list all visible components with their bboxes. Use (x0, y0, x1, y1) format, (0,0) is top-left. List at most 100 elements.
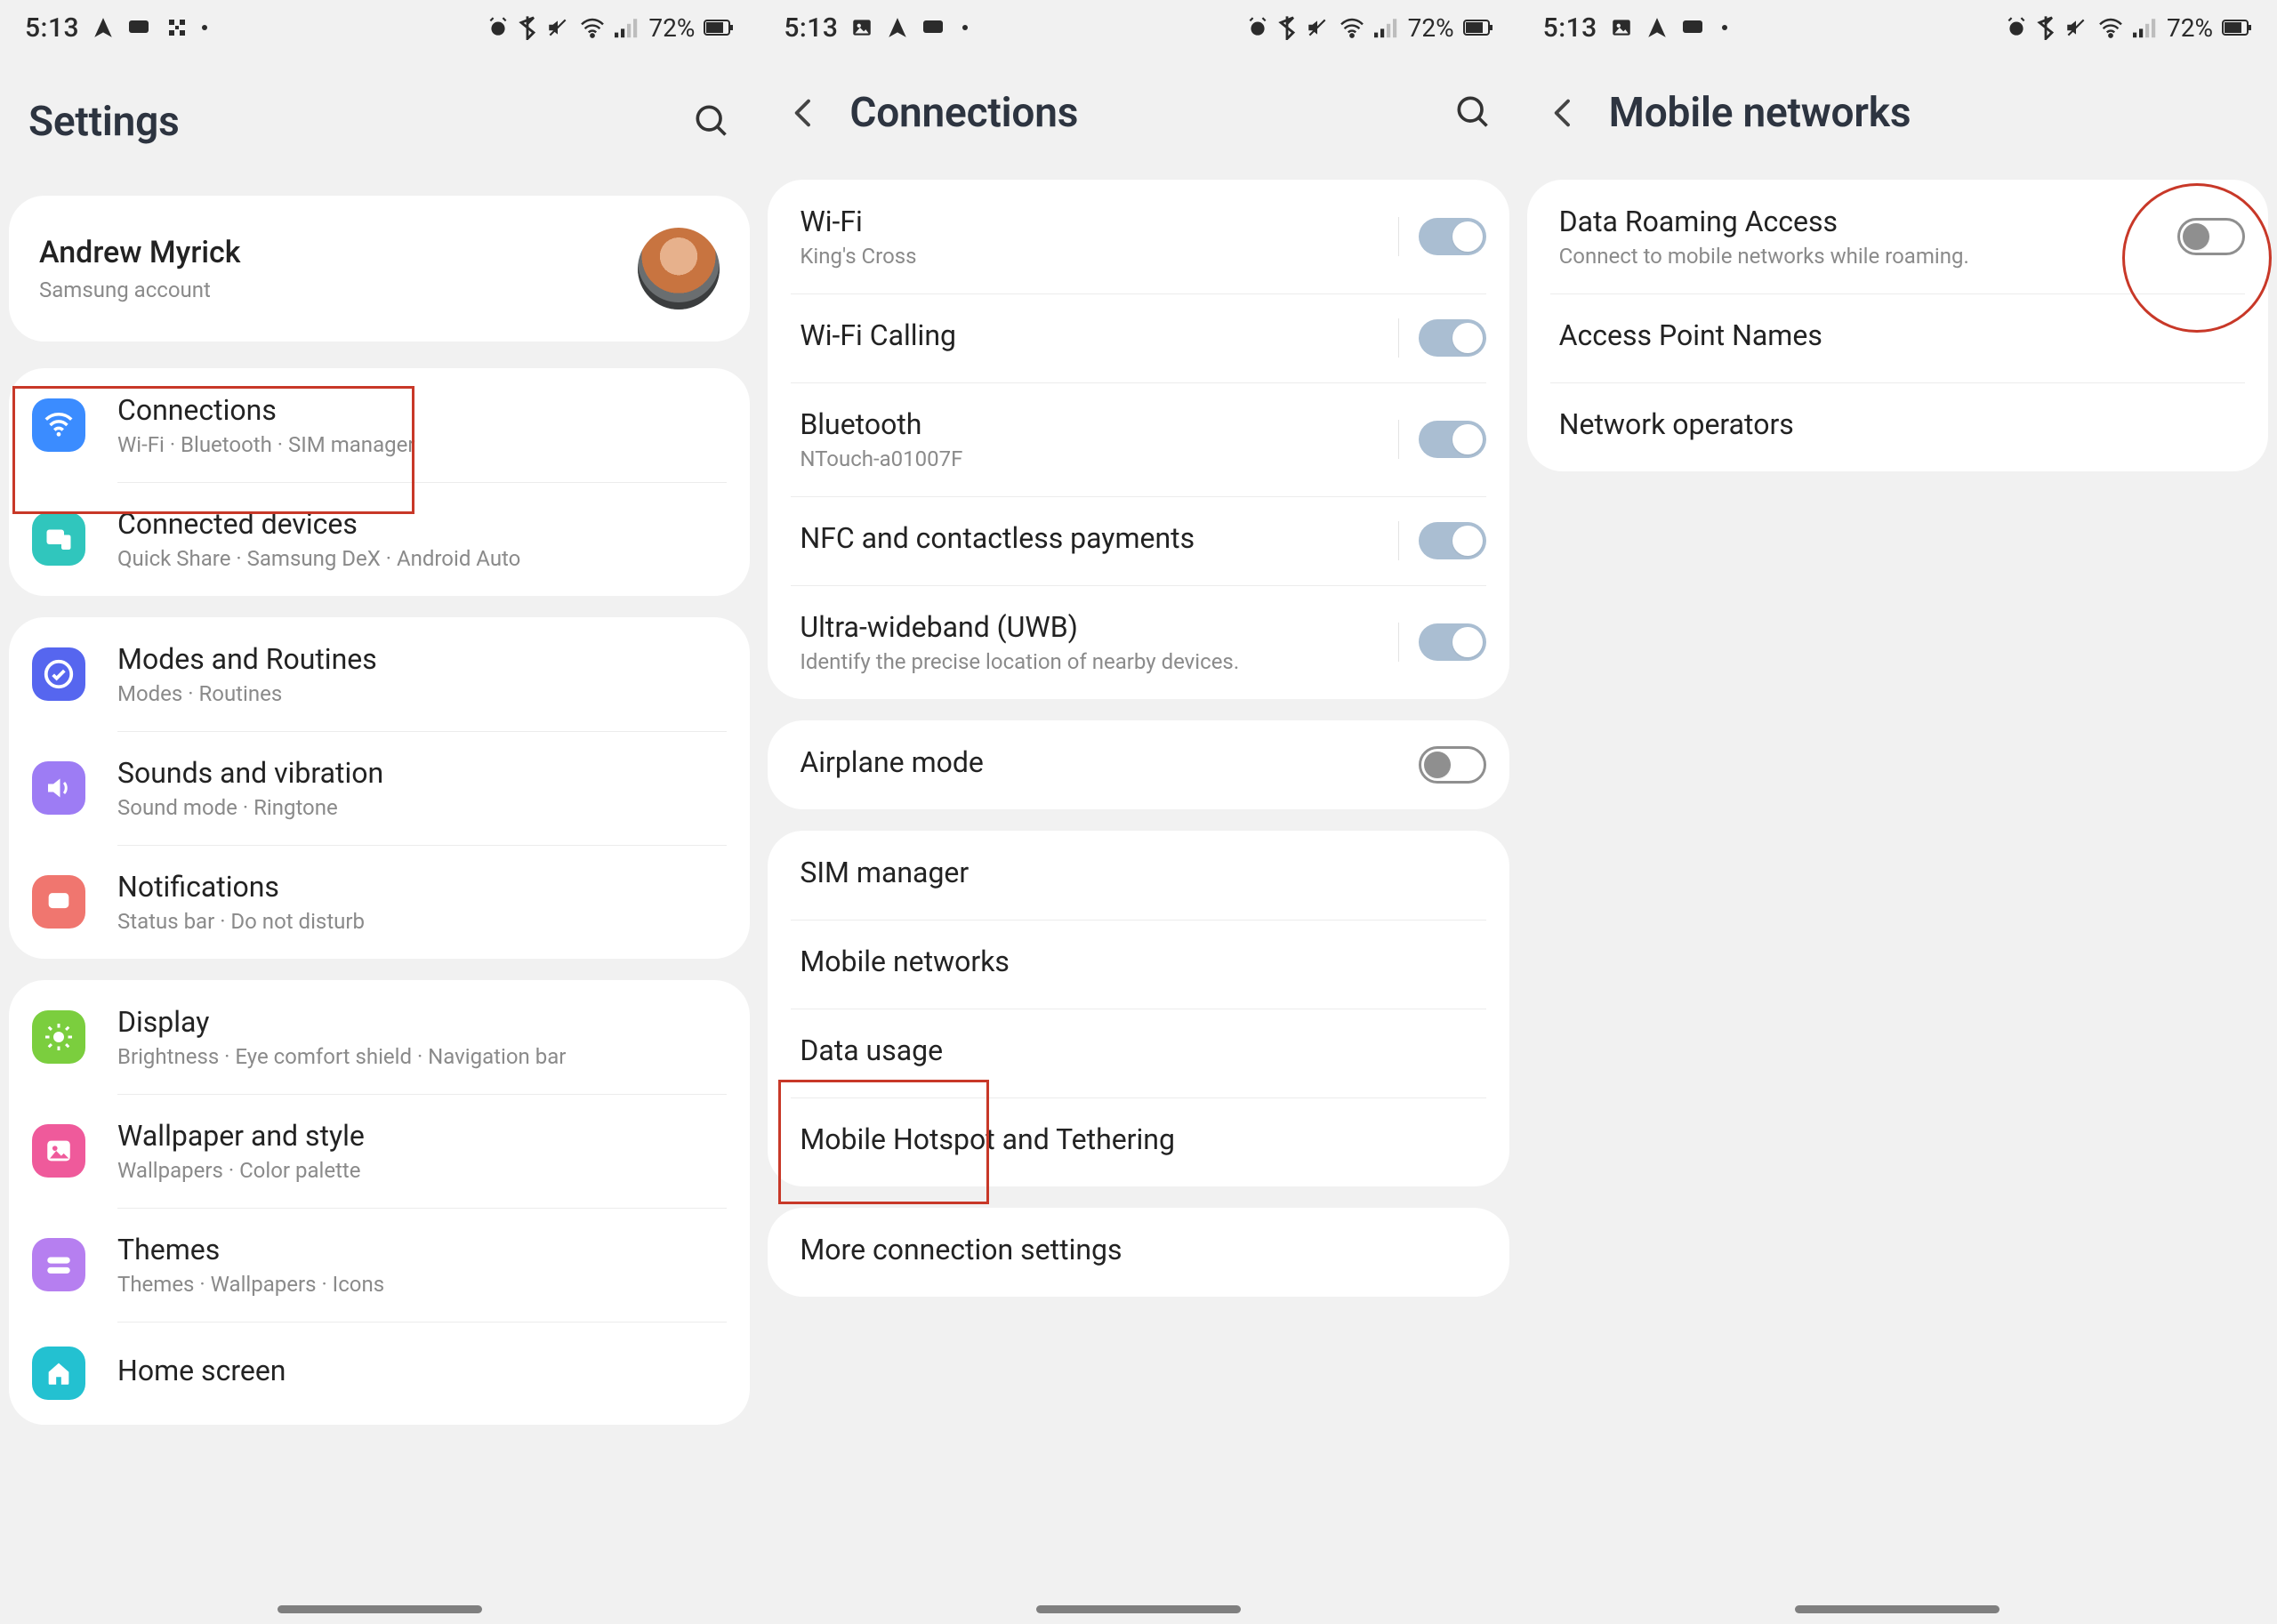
item-title: Access Point Names (1559, 318, 2245, 352)
signal-icon (1374, 17, 1399, 38)
item-sub: Brightness · Eye comfort shield · Naviga… (117, 1044, 727, 1069)
settings-item-notifications[interactable]: Notifications Status bar · Do not distur… (9, 845, 750, 959)
search-button[interactable] (1452, 92, 1492, 134)
item-title: Data usage (800, 1033, 1485, 1067)
settings-item-nfc-and-contactless-payments[interactable]: NFC and contactless payments (768, 496, 1509, 585)
status-icon (166, 17, 188, 38)
theme-icon (32, 1238, 85, 1291)
settings-group: Airplane mode (768, 720, 1509, 809)
item-title: Sounds and vibration (117, 756, 727, 790)
status-time: 5:13 (25, 12, 79, 44)
settings-item-access-point-names[interactable]: Access Point Names (1527, 293, 2268, 382)
settings-group: Wi-Fi King's Cross Wi-Fi Calling Bluetoo… (768, 180, 1509, 699)
account-name: Andrew Myrick (39, 235, 638, 270)
item-sub: NTouch-a01007F (800, 446, 1397, 471)
item-sub: King's Cross (800, 244, 1397, 269)
page-title: Connections (849, 89, 1430, 137)
toggle-separator (1398, 521, 1399, 560)
settings-item-data-usage[interactable]: Data usage (768, 1009, 1509, 1097)
battery-percent: 72% (1408, 13, 1454, 43)
phone-mobile-networks: 5:13 72% Mobile networks Data Roaming Ac… (1518, 0, 2277, 1624)
item-sub: Wallpapers · Color palette (117, 1158, 727, 1183)
item-title: Notifications (117, 870, 727, 904)
back-button[interactable] (780, 89, 828, 137)
status-icon (961, 23, 970, 32)
toggle-separator (1398, 217, 1399, 256)
settings-item-mobile-networks[interactable]: Mobile networks (768, 920, 1509, 1009)
page-header: Settings (0, 55, 759, 196)
account-card[interactable]: Andrew Myrick Samsung account (9, 196, 750, 342)
page-title: Settings (28, 98, 670, 146)
status-icon (1610, 16, 1633, 39)
item-title: Airplane mode (800, 745, 1418, 779)
toggle-switch[interactable] (1419, 319, 1486, 357)
status-bar: 5:13 72% (759, 0, 1517, 55)
settings-item-data-roaming-access[interactable]: Data Roaming Access Connect to mobile ne… (1527, 180, 2268, 293)
toggle-switch[interactable] (1419, 218, 1486, 255)
settings-item-sounds-and-vibration[interactable]: Sounds and vibration Sound mode · Ringto… (9, 731, 750, 845)
toggle-separator (1398, 318, 1399, 358)
signal-icon (2133, 17, 2158, 38)
alarm-icon (2005, 16, 2028, 39)
settings-item-themes[interactable]: Themes Themes · Wallpapers · Icons (9, 1208, 750, 1322)
settings-item-network-operators[interactable]: Network operators (1527, 382, 2268, 471)
toggle-switch[interactable] (1419, 421, 1486, 458)
status-icon (127, 17, 154, 38)
status-icon (92, 16, 115, 39)
wifi-icon (1339, 17, 1365, 38)
item-sub: Modes · Routines (117, 681, 727, 706)
status-icon (200, 23, 209, 32)
item-sub: Themes · Wallpapers · Icons (117, 1272, 727, 1297)
item-title: Network operators (1559, 407, 2245, 441)
toggle-switch[interactable] (1419, 746, 1486, 784)
search-button[interactable] (691, 100, 730, 143)
alarm-icon (1246, 16, 1269, 39)
item-title: Mobile networks (800, 945, 1485, 978)
item-title: More connection settings (800, 1233, 1485, 1266)
settings-item-more-connection-settings[interactable]: More connection settings (768, 1208, 1509, 1297)
settings-item-modes-and-routines[interactable]: Modes and Routines Modes · Routines (9, 617, 750, 731)
toggle-separator (1398, 420, 1399, 459)
battery-icon (2222, 18, 2252, 37)
home-icon (32, 1347, 85, 1400)
item-sub: Sound mode · Ringtone (117, 795, 727, 820)
page-title: Mobile networks (1609, 89, 2250, 137)
settings-item-connected-devices[interactable]: Connected devices Quick Share · Samsung … (9, 482, 750, 596)
wifi-icon (32, 398, 85, 452)
settings-item-airplane-mode[interactable]: Airplane mode (768, 720, 1509, 809)
item-title: Home screen (117, 1354, 727, 1387)
settings-group: More connection settings (768, 1208, 1509, 1297)
toggle-switch[interactable] (2177, 218, 2245, 255)
settings-group: Connections Wi-Fi · Bluetooth · SIM mana… (9, 368, 750, 596)
mute-icon (1305, 16, 1330, 39)
item-sub: Connect to mobile networks while roaming… (1559, 244, 2177, 269)
status-bar: 5:13 72% (0, 0, 759, 55)
item-title: Ultra-wideband (UWB) (800, 610, 1397, 644)
settings-item-ultra-wideband-uwb-[interactable]: Ultra-wideband (UWB) Identify the precis… (768, 585, 1509, 699)
mute-icon (545, 16, 570, 39)
wifi-icon (579, 17, 606, 38)
item-title: Themes (117, 1233, 727, 1266)
status-icon (850, 16, 873, 39)
avatar[interactable] (638, 228, 720, 310)
toggle-switch[interactable] (1419, 522, 1486, 559)
settings-item-display[interactable]: Display Brightness · Eye comfort shield … (9, 980, 750, 1094)
toggle-separator (1398, 623, 1399, 662)
settings-item-wallpaper-and-style[interactable]: Wallpaper and style Wallpapers · Color p… (9, 1094, 750, 1208)
settings-item-mobile-hotspot-and-tethering[interactable]: Mobile Hotspot and Tethering (768, 1097, 1509, 1186)
settings-group: SIM manager Mobile networks Data usage (768, 831, 1509, 1186)
item-title: Display (117, 1005, 727, 1039)
item-title: Bluetooth (800, 407, 1397, 441)
gesture-bar (1036, 1605, 1241, 1613)
mute-icon (2064, 16, 2088, 39)
settings-item-home-screen[interactable]: Home screen (9, 1322, 750, 1425)
settings-group: Data Roaming Access Connect to mobile ne… (1527, 180, 2268, 471)
settings-item-connections[interactable]: Connections Wi-Fi · Bluetooth · SIM mana… (9, 368, 750, 482)
back-button[interactable] (1540, 89, 1588, 137)
battery-percent: 72% (2167, 13, 2213, 43)
toggle-switch[interactable] (1419, 623, 1486, 661)
settings-item-bluetooth[interactable]: Bluetooth NTouch-a01007F (768, 382, 1509, 496)
settings-item-wi-fi[interactable]: Wi-Fi King's Cross (768, 180, 1509, 293)
settings-item-sim-manager[interactable]: SIM manager (768, 831, 1509, 920)
settings-item-wi-fi-calling[interactable]: Wi-Fi Calling (768, 293, 1509, 382)
